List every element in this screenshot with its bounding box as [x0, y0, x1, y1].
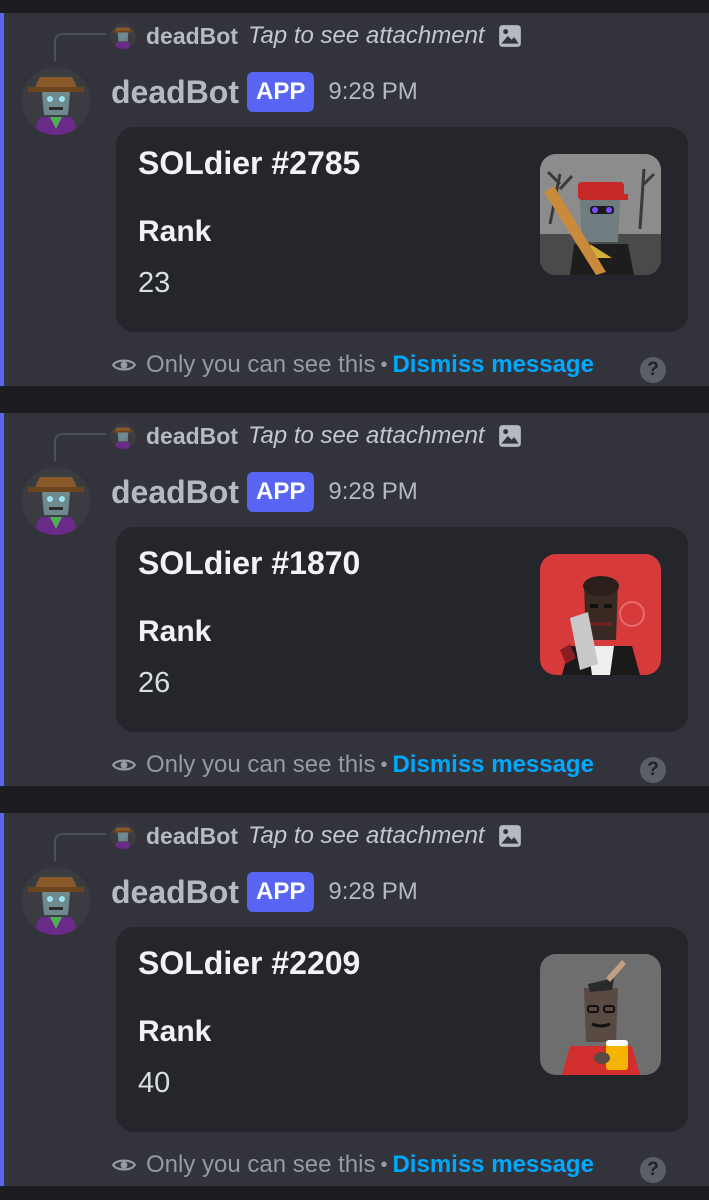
author-name[interactable]: deadBot [111, 74, 239, 111]
image-icon [498, 25, 521, 47]
help-icon[interactable]: ? [640, 1157, 666, 1183]
timestamp: 9:28 PM [328, 878, 418, 905]
bullet-separator: • [380, 353, 388, 376]
highlight-accent-bar [0, 413, 4, 786]
help-icon[interactable]: ? [640, 757, 666, 783]
avatar[interactable] [22, 867, 90, 935]
highlight-accent-bar [0, 13, 4, 386]
message-header: deadBot APP 9:28 PM [111, 71, 418, 113]
reply-author[interactable]: deadBot [146, 423, 238, 450]
field-name-rank: Rank [138, 615, 212, 648]
ephemeral-message[interactable]: deadBot Tap to see attachment deadBot AP… [0, 413, 709, 786]
embed-card: SOLdier #1870 Rank 26 [116, 527, 688, 732]
ephemeral-notice: Only you can see this [146, 751, 376, 778]
reply-connector-line [54, 433, 106, 461]
reply-reference[interactable]: deadBot Tap to see attachment [110, 419, 523, 453]
help-icon[interactable]: ? [640, 357, 666, 383]
ephemeral-footer: Only you can see this • Dismiss message [111, 747, 594, 783]
dismiss-message-link[interactable]: Dismiss message [392, 751, 593, 779]
reply-attachment-text[interactable]: Tap to see attachment [248, 22, 485, 50]
highlight-accent-bar [0, 813, 4, 1186]
reply-avatar[interactable] [110, 823, 136, 849]
dismiss-message-link[interactable]: Dismiss message [392, 351, 593, 379]
field-name-rank: Rank [138, 1015, 212, 1048]
avatar[interactable] [22, 67, 90, 135]
embed-title: SOLdier #2209 [138, 945, 361, 981]
embed-thumbnail[interactable] [540, 554, 661, 675]
field-value-rank: 40 [138, 1067, 171, 1099]
field-name-rank: Rank [138, 215, 212, 248]
ephemeral-message[interactable]: deadBot Tap to see attachment deadBot AP… [0, 13, 709, 386]
app-badge: APP [247, 472, 315, 512]
reply-avatar[interactable] [110, 423, 136, 449]
eye-icon [111, 1159, 137, 1171]
ephemeral-message[interactable]: deadBot Tap to see attachment deadBot AP… [0, 813, 709, 1186]
avatar[interactable] [22, 467, 90, 535]
field-value-rank: 23 [138, 267, 171, 299]
message-header: deadBot APP 9:28 PM [111, 471, 418, 513]
ephemeral-footer: Only you can see this • Dismiss message [111, 1147, 594, 1183]
reply-author[interactable]: deadBot [146, 23, 238, 50]
embed-title: SOLdier #1870 [138, 545, 361, 581]
message-header: deadBot APP 9:28 PM [111, 871, 418, 913]
app-badge: APP [247, 72, 315, 112]
image-icon [498, 425, 521, 447]
timestamp: 9:28 PM [328, 478, 418, 505]
message-separator [0, 1186, 709, 1200]
field-value-rank: 26 [138, 667, 171, 699]
app-badge: APP [247, 872, 315, 912]
message-separator [0, 0, 709, 13]
ephemeral-notice: Only you can see this [146, 351, 376, 378]
timestamp: 9:28 PM [328, 78, 418, 105]
embed-card: SOLdier #2785 Rank 23 [116, 127, 688, 332]
eye-icon [111, 359, 137, 371]
reply-author[interactable]: deadBot [146, 823, 238, 850]
dismiss-message-link[interactable]: Dismiss message [392, 1151, 593, 1179]
embed-title: SOLdier #2785 [138, 145, 361, 181]
reply-avatar[interactable] [110, 23, 136, 49]
embed-card: SOLdier #2209 Rank 40 [116, 927, 688, 1132]
message-separator [0, 386, 709, 413]
eye-icon [111, 759, 137, 771]
embed-thumbnail[interactable] [540, 154, 661, 275]
reply-reference[interactable]: deadBot Tap to see attachment [110, 19, 523, 53]
bullet-separator: • [380, 1153, 388, 1176]
message-separator [0, 786, 709, 813]
ephemeral-notice: Only you can see this [146, 1151, 376, 1178]
author-name[interactable]: deadBot [111, 474, 239, 511]
author-name[interactable]: deadBot [111, 874, 239, 911]
reply-connector-line [54, 833, 106, 861]
bullet-separator: • [380, 753, 388, 776]
embed-thumbnail[interactable] [540, 954, 661, 1075]
ephemeral-footer: Only you can see this • Dismiss message [111, 347, 594, 383]
image-icon [498, 825, 521, 847]
reply-connector-line [54, 33, 106, 61]
reply-reference[interactable]: deadBot Tap to see attachment [110, 819, 523, 853]
reply-attachment-text[interactable]: Tap to see attachment [248, 822, 485, 850]
reply-attachment-text[interactable]: Tap to see attachment [248, 422, 485, 450]
